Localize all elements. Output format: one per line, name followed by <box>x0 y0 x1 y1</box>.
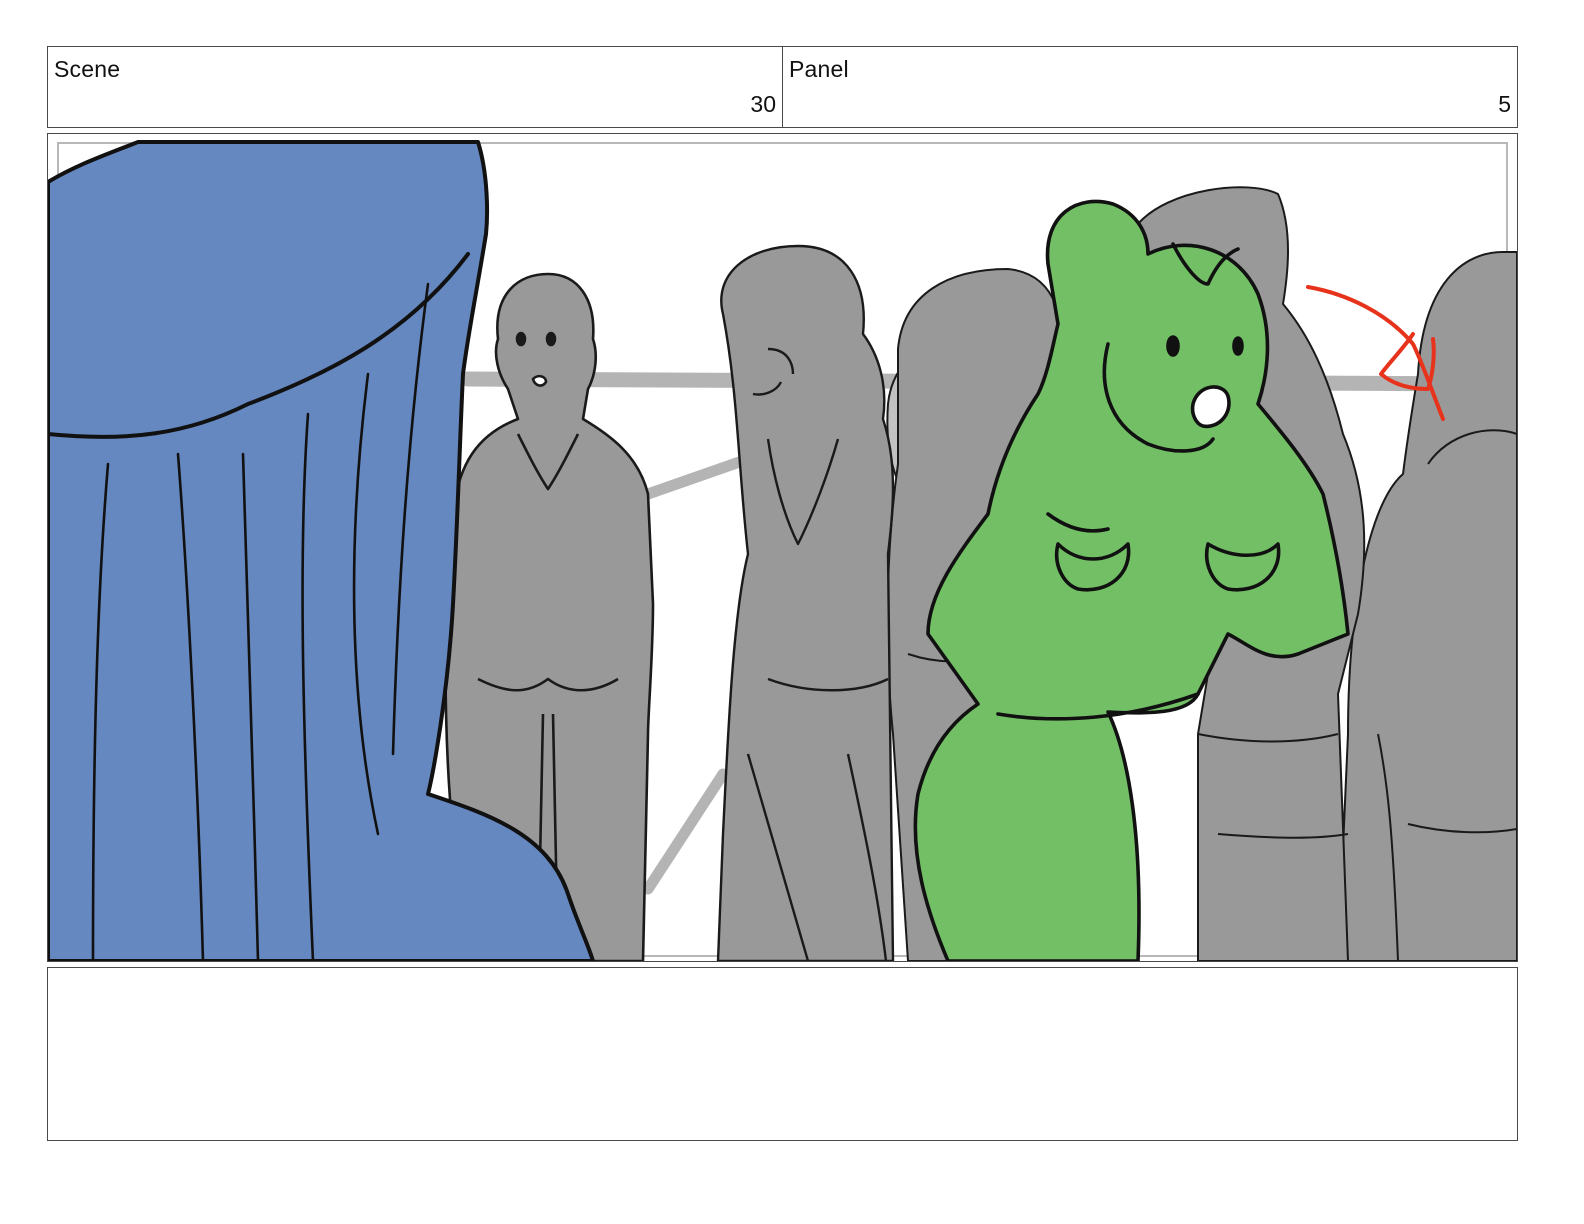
panel-label: Panel <box>789 56 849 82</box>
storyboard-header: Scene 30 Panel 5 <box>47 46 1518 128</box>
scene-cell: Scene 30 <box>48 47 783 127</box>
scene-label: Scene <box>54 56 121 82</box>
crowd-figure-center-woman <box>716 244 895 961</box>
storyboard-frame <box>47 133 1518 962</box>
scene-number: 30 <box>750 91 776 117</box>
panel-number: 5 <box>1498 91 1511 117</box>
notes-box[interactable] <box>47 967 1518 1141</box>
panel-cell: Panel 5 <box>783 47 1517 127</box>
storyboard-drawing <box>48 134 1517 961</box>
